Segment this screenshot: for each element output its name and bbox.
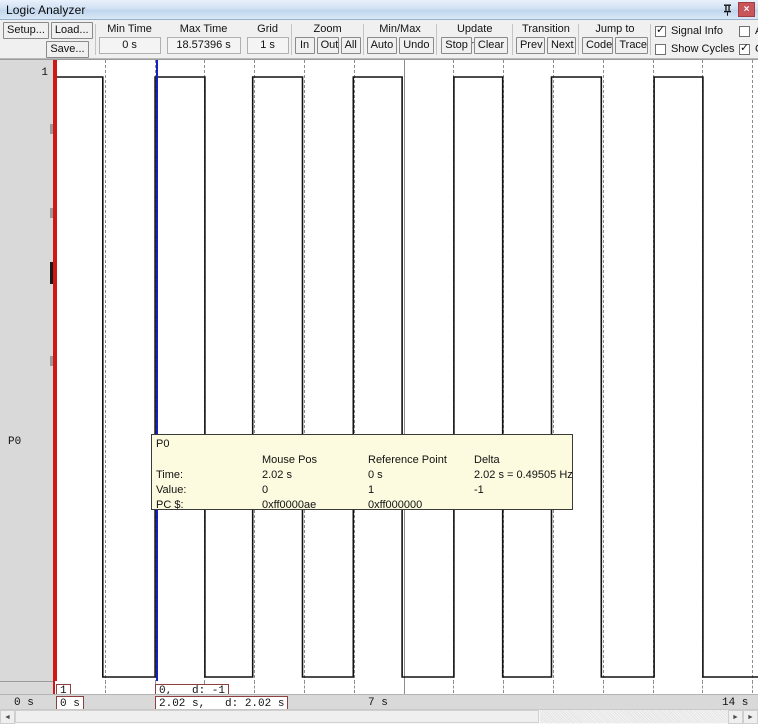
- toolbar-group-minmax: Min/Max Auto Undo: [364, 21, 437, 58]
- tooltip-row-value-label: Value:: [156, 484, 187, 496]
- transition-label: Transition: [522, 23, 570, 35]
- waveform-canvas[interactable]: [55, 60, 758, 693]
- toolbar-group-grid: Grid 1 s: [244, 21, 292, 58]
- checkbox-signal-info[interactable]: [654, 24, 666, 37]
- checkbox-row-show-cycles[interactable]: Show Cycles: [654, 41, 735, 57]
- scroll-right-arrow-icon[interactable]: ►: [728, 710, 743, 724]
- zoom-out-button[interactable]: Out: [316, 37, 339, 54]
- tooltip-header-reference-point: Reference Point: [368, 454, 447, 466]
- tooltip-row-value-delta: -1: [474, 484, 484, 496]
- page-title: Logic Analyzer: [6, 2, 86, 17]
- update-stop-button[interactable]: Stop: [441, 37, 472, 54]
- tooltip-row-time-mouse: 2.02 s: [262, 469, 292, 481]
- checkbox-show-cycles[interactable]: [654, 43, 666, 55]
- tooltip-row-value-mouse: 0: [262, 484, 269, 496]
- tooltip-row-pc-label: PC $:: [156, 499, 184, 511]
- tooltip-header-mouse-pos: Mouse Pos: [262, 454, 318, 466]
- checkbox-row-clipped-c[interactable]: C: [738, 41, 758, 57]
- tooltip-row-pc-delta: [474, 498, 573, 513]
- toolbar-group-min-time: Min Time 0 s: [96, 21, 164, 58]
- tooltip-header-delta: Delta: [474, 454, 500, 466]
- tooltip-signal-name: P0: [156, 438, 170, 450]
- scrollbar-track[interactable]: [15, 710, 728, 724]
- scroll-left-arrow-icon[interactable]: ◄: [0, 710, 15, 724]
- transition-prev-button[interactable]: Prev: [515, 37, 545, 54]
- zoom-all-button[interactable]: All: [340, 37, 361, 54]
- transition-next-button[interactable]: Next: [546, 37, 576, 54]
- signal-info-tooltip: P0 Mouse Pos Reference Point Delta Time:…: [151, 434, 573, 513]
- tooltip-row-pc-mouse: 0xff0000ae: [262, 499, 317, 511]
- mouse-cursor[interactable]: [156, 60, 158, 693]
- toolbar-checkbox-group-1: Signal Info Show Cycles: [651, 21, 735, 58]
- y-axis-label-high: 1: [41, 67, 48, 79]
- time-label-left: 0 s: [14, 697, 34, 709]
- tooltip-row-time-delta: 2.02 s = 0.49505 Hz: [474, 469, 573, 481]
- min-time-input[interactable]: 0 s: [98, 37, 161, 54]
- tooltip-row-value-reference: 1: [368, 484, 375, 496]
- save-button[interactable]: Save...: [46, 41, 89, 58]
- close-icon[interactable]: ×: [738, 2, 755, 17]
- checkbox-show-cycles-label: Show Cycles: [670, 43, 735, 55]
- scrollbar-thumb[interactable]: [15, 710, 539, 723]
- max-time-label: Max Time: [179, 23, 228, 35]
- minmax-undo-button[interactable]: Undo: [399, 37, 434, 54]
- tooltip-row-pc-reference: 0xff000000: [368, 499, 423, 511]
- toolbar-group-update-screen: Update Screen Stop Clear: [437, 21, 514, 58]
- checkbox-row-clipped-a[interactable]: A: [738, 23, 758, 39]
- minmax-auto-button[interactable]: Auto: [366, 37, 398, 54]
- toolbar-group-file: Setup... Load... Save...: [0, 21, 96, 58]
- jump-to-trace-button[interactable]: Trace: [615, 37, 648, 54]
- scroll-right-buttons[interactable]: ► ►: [728, 710, 758, 724]
- waveform-trace-p0: [55, 76, 758, 678]
- jump-to-label: Jump to: [595, 23, 635, 35]
- toolbar-group-zoom: Zoom In Out All: [292, 21, 364, 58]
- zoom-in-button[interactable]: In: [294, 37, 315, 54]
- min-time-label: Min Time: [107, 23, 152, 35]
- tooltip-row-time-label: Time:: [156, 469, 184, 481]
- axis-tick: [50, 208, 53, 218]
- minmax-label: Min/Max: [379, 23, 421, 35]
- pin-icon[interactable]: [719, 1, 736, 18]
- grid-input[interactable]: 1 s: [246, 37, 289, 54]
- toolbar-group-transition: Transition Prev Next: [513, 21, 579, 58]
- signal-name-column: 1 P0: [0, 60, 55, 693]
- update-screen-label: Update Screen: [456, 23, 493, 51]
- scroll-right-arrow-icon-2[interactable]: ►: [743, 710, 758, 724]
- scrollbar-trough[interactable]: [540, 710, 728, 723]
- time-label-right: 14 s: [722, 697, 749, 709]
- tooltip-table: Mouse Pos Reference Point Delta Time: 2.…: [156, 453, 573, 513]
- update-clear-button[interactable]: Clear: [473, 37, 509, 54]
- checkbox-signal-info-label: Signal Info: [670, 25, 723, 37]
- horizontal-scrollbar[interactable]: ◄ ► ►: [0, 709, 758, 724]
- waveform-polyline: [55, 76, 758, 678]
- grid-label: Grid: [257, 23, 278, 35]
- axis-tick: [50, 262, 53, 284]
- max-time-input[interactable]: 18.57396 s: [166, 37, 241, 54]
- toolbar-checkbox-group-2-clipped: A C: [735, 21, 758, 58]
- jump-to-code-button[interactable]: Code: [581, 37, 614, 54]
- toolbar: Setup... Load... Save... Min Time 0 s Ma…: [0, 21, 758, 59]
- checkbox-clipped-c[interactable]: [738, 42, 750, 55]
- pin-glyph: [724, 4, 731, 16]
- setup-button[interactable]: Setup...: [3, 22, 49, 39]
- logic-analyzer-window: Logic Analyzer × Setup... Load... Save..…: [0, 0, 758, 724]
- toolbar-group-jump-to: Jump to Code Trace: [579, 21, 651, 58]
- zoom-label: Zoom: [313, 23, 342, 35]
- time-label-mid: 7 s: [368, 697, 388, 709]
- tooltip-header-blank: [156, 453, 262, 468]
- tooltip-row-time-reference: 0 s: [368, 469, 383, 481]
- checkbox-clipped-a[interactable]: [738, 25, 750, 37]
- axis-tick: [50, 124, 53, 134]
- waveform-plot-area[interactable]: 1 P0 P0 Mouse Pos Reference Point Delta: [0, 59, 758, 693]
- signal-label-p0[interactable]: P0: [8, 436, 21, 448]
- toolbar-group-max-time: Max Time 18.57396 s: [164, 21, 244, 58]
- window-titlebar: Logic Analyzer ×: [0, 0, 758, 20]
- reference-cursor[interactable]: [55, 60, 57, 693]
- checkbox-row-signal-info[interactable]: Signal Info: [654, 23, 735, 39]
- load-button[interactable]: Load...: [50, 22, 93, 39]
- axis-tick: [50, 356, 53, 366]
